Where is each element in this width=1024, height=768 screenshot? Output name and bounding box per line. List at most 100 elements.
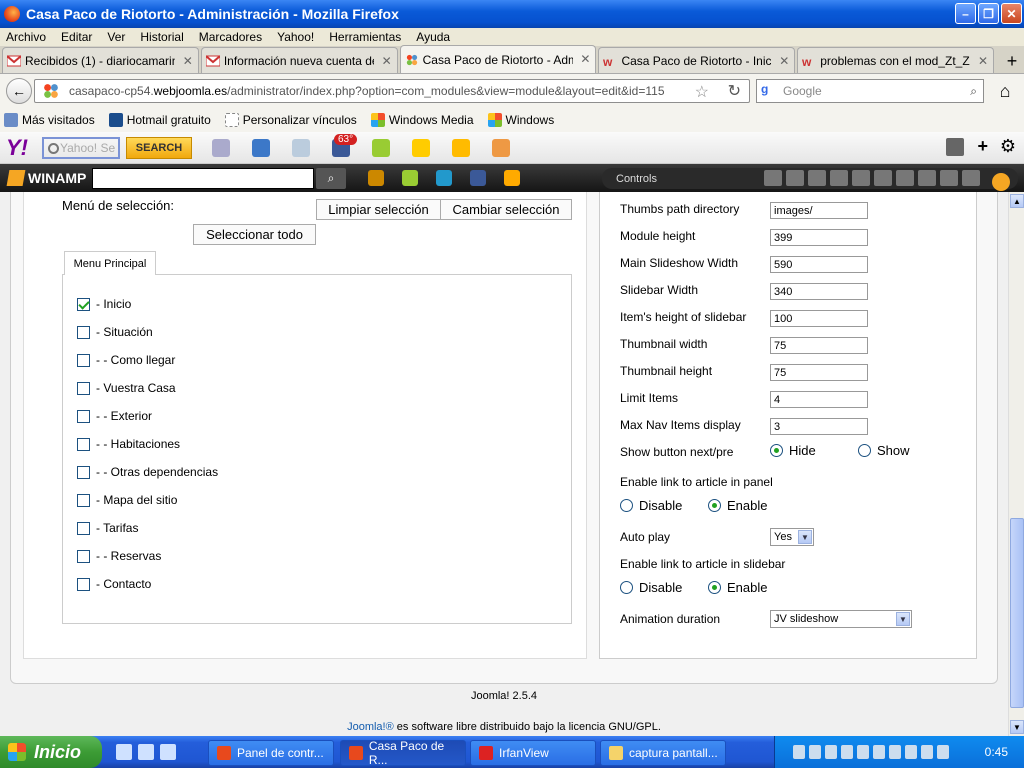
search-icon[interactable]: ⌕ [316,168,346,189]
limit-items-input[interactable]: 4 [770,391,868,408]
pause-icon[interactable] [874,170,892,186]
list-item[interactable]: - - Otras dependencias [77,465,218,479]
checkbox[interactable] [77,353,90,367]
tab-problemas[interactable]: w problemas con el mod_Zt_Zizia... ✕ [797,47,995,73]
radio-enable-panel[interactable]: Enable [708,498,767,513]
network-icon[interactable] [841,745,853,759]
select-all-button[interactable]: Seleccionar todo [193,224,316,245]
task-casa-paco[interactable]: Casa Paco de R... [340,739,466,767]
animation-select[interactable]: JV slideshow ▼ [770,610,912,628]
play-icon[interactable] [852,170,870,186]
radio-show[interactable]: Show [858,443,910,458]
bookmark-hotmail[interactable]: Hotmail gratuito [108,113,211,127]
tab-close-icon[interactable]: ✕ [779,54,789,68]
tools-icon[interactable] [492,138,510,157]
new-tab-icon[interactable]: + [1000,49,1024,73]
url-bar[interactable]: casapaco-cp54. webjoomla.es/administrator… [34,79,750,103]
max-nav-items-input[interactable]: 3 [770,418,868,435]
list-item[interactable]: - - Reservas [77,549,161,563]
yahoo-logo[interactable]: Y! [6,135,28,161]
gear-icon[interactable]: ⚙ [1000,136,1016,157]
checkbox[interactable] [77,521,90,535]
menu-archivo[interactable]: Archivo [6,30,46,44]
list-item[interactable]: - - Como llegar [77,353,175,367]
tray-icon[interactable] [793,745,805,759]
change-selection-button[interactable]: Cambiar selección [440,199,572,220]
checkbox[interactable] [77,297,90,311]
autoplay-select[interactable]: Yes ▼ [770,528,814,546]
scroll-thumb[interactable] [1010,518,1024,708]
radio-button[interactable] [708,581,721,594]
bookmark-icon[interactable] [212,138,230,157]
checkbox[interactable] [77,577,90,591]
checkbox[interactable] [77,325,90,339]
menu-ver[interactable]: Ver [107,30,125,44]
search-icon[interactable] [786,170,804,186]
tray-icon[interactable] [825,745,837,759]
main-slideshow-width-input[interactable]: 590 [770,256,868,273]
radio-button[interactable] [708,499,721,512]
checkbox[interactable] [77,437,90,451]
runner-icon[interactable] [504,170,520,186]
list-item[interactable]: - - Habitaciones [77,437,180,451]
radio-button[interactable] [620,499,633,512]
bookmark-mas-visitados[interactable]: Más visitados [4,113,95,127]
winamp-logo[interactable]: WINAMP [6,170,86,186]
tab-recibidos[interactable]: Recibidos (1) - diariocamarinan... ✕ [2,47,199,73]
tray-icon[interactable] [921,745,933,759]
minimize-button[interactable]: – [955,3,976,24]
twitter-icon[interactable] [436,170,452,186]
android-icon[interactable] [402,170,418,186]
next-icon[interactable] [918,170,936,186]
tray-icon[interactable] [873,745,885,759]
list-item[interactable]: - Mapa del sitio [77,493,177,507]
tab-inicio[interactable]: w Casa Paco de Riotorto - Inicio ✕ [598,47,796,73]
back-arrow-icon[interactable]: ← [6,78,32,104]
chevron-down-icon[interactable]: ▼ [798,530,812,544]
bookmark-star-icon[interactable]: ☆ [695,82,709,102]
checkbox[interactable] [77,493,90,507]
thumbnail-width-input[interactable]: 75 [770,337,868,354]
list-item[interactable]: - Vuestra Casa [77,381,176,395]
tray-icon[interactable] [857,745,869,759]
start-button[interactable]: Inicio [0,736,102,768]
scroll-down-icon[interactable]: ▼ [1010,720,1024,734]
info-icon[interactable] [764,170,782,186]
stop-icon[interactable] [896,170,914,186]
shield-icon[interactable] [809,745,821,759]
volume-icon[interactable] [905,745,917,759]
thumbnail-height-input[interactable]: 75 [770,364,868,381]
checkbox[interactable] [77,409,90,423]
checkbox[interactable] [77,381,90,395]
tab-informacion[interactable]: Información nueva cuenta de ... ✕ [200,47,398,73]
yahoo-search-button[interactable]: SEARCH [126,136,192,159]
radio-button[interactable] [620,581,633,594]
tab-menu-principal[interactable]: Menu Principal [64,251,156,275]
scroll-up-icon[interactable]: ▲ [1010,194,1024,208]
radio-hide[interactable]: Hide [770,443,816,458]
tab-close-icon[interactable]: ✕ [183,54,193,68]
radio-disable-slidebar[interactable]: Disable [620,580,682,595]
menu-herramientas[interactable]: Herramientas [329,30,401,44]
task-irfanview[interactable]: IrfanView [470,740,596,766]
checkbox[interactable] [77,465,90,479]
tab-admin[interactable]: Casa Paco de Riotorto - Admin... ✕ [399,45,597,73]
facebook-icon[interactable] [470,170,486,186]
ie-icon[interactable] [160,744,176,760]
tray-icon[interactable] [889,745,901,759]
window-icon[interactable] [138,744,154,760]
task-panel-control[interactable]: Panel de contr... [208,740,334,766]
tab-close-icon[interactable]: ✕ [382,54,392,68]
menu-historial[interactable]: Historial [140,30,183,44]
radio-button[interactable] [770,444,783,457]
slidebar-width-input[interactable]: 340 [770,283,868,300]
radio-disable-panel[interactable]: Disable [620,498,682,513]
bookmark-windows-media[interactable]: Windows Media [370,113,474,127]
menu-marcadores[interactable]: Marcadores [199,30,262,44]
list-item[interactable]: - Situación [77,325,153,339]
bookmark-windows[interactable]: Windows [487,113,554,127]
add-icon[interactable]: + [977,136,988,157]
list-item[interactable]: - - Exterior [77,409,152,423]
list-icon[interactable] [946,138,964,156]
vertical-scrollbar[interactable]: ▲ ▼ [1008,192,1024,736]
